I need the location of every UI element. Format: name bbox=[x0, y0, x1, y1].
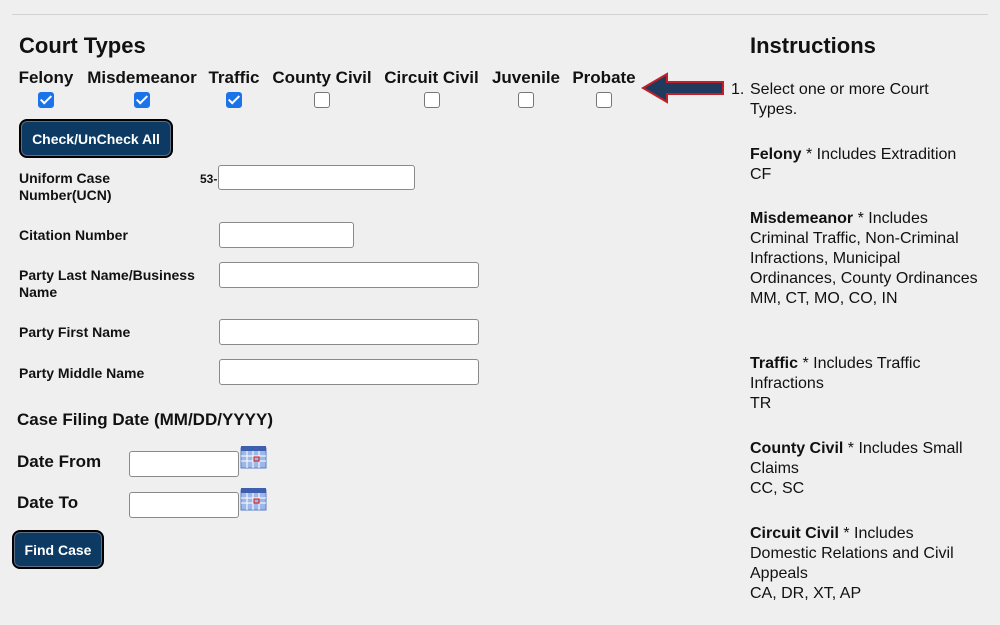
court-type-label: County Civil bbox=[272, 68, 372, 87]
entry-name: Circuit Civil bbox=[750, 525, 839, 542]
entry-desc: * Includes Extradition bbox=[801, 146, 957, 163]
entry-name: Misdemeanor bbox=[750, 210, 854, 227]
instructions-heading: Instructions bbox=[750, 33, 876, 58]
court-type-misdemeanor: Misdemeanor bbox=[85, 68, 199, 113]
calendar-icon[interactable] bbox=[240, 445, 267, 469]
party-first-name-label: Party First Name bbox=[19, 324, 131, 340]
court-types-heading: Court Types bbox=[19, 33, 146, 58]
ucn-input[interactable] bbox=[218, 165, 415, 190]
court-type-label: Juvenile bbox=[491, 68, 561, 87]
check-uncheck-all-button[interactable]: Check/UnCheck All bbox=[19, 119, 173, 158]
date-from-input[interactable] bbox=[129, 451, 239, 477]
instruction-entry-felony: Felony * Includes Extradition CF bbox=[750, 145, 990, 185]
instruction-entry-traffic: Traffic * Includes Traffic Infractions T… bbox=[750, 354, 950, 414]
entry-codes: CF bbox=[750, 166, 772, 183]
county-civil-checkbox[interactable] bbox=[314, 92, 330, 108]
court-type-label: Probate bbox=[572, 68, 636, 87]
party-first-name-input[interactable] bbox=[219, 319, 479, 345]
citation-number-label: Citation Number bbox=[19, 227, 128, 243]
court-type-label: Circuit Civil bbox=[384, 68, 479, 87]
citation-number-input[interactable] bbox=[219, 222, 354, 248]
entry-name: Traffic bbox=[750, 355, 799, 372]
court-type-label: Traffic bbox=[208, 68, 260, 87]
ucn-prefix: 53- bbox=[200, 172, 218, 186]
probate-checkbox[interactable] bbox=[596, 92, 612, 108]
court-type-probate: Probate bbox=[571, 68, 637, 113]
step-text: Select one or more Court Types. bbox=[750, 81, 929, 118]
date-to-input[interactable] bbox=[129, 492, 239, 518]
step-number: 1. bbox=[731, 81, 745, 98]
party-last-name-input[interactable] bbox=[219, 262, 479, 288]
case-filing-date-heading: Case Filing Date (MM/DD/YYYY) bbox=[17, 410, 273, 429]
entry-codes: MM, CT, MO, CO, IN bbox=[750, 290, 898, 307]
misdemeanor-checkbox[interactable] bbox=[134, 92, 150, 108]
calendar-icon[interactable] bbox=[240, 487, 267, 511]
instruction-entry-county-civil: County Civil * Includes Small Claims CC,… bbox=[750, 439, 990, 499]
entry-codes: TR bbox=[750, 395, 772, 412]
entry-codes: CA, DR, XT, AP bbox=[750, 585, 862, 602]
juvenile-checkbox[interactable] bbox=[518, 92, 534, 108]
party-last-name-label: Party Last Name/Business Name bbox=[19, 267, 195, 300]
court-type-county-civil: County Civil bbox=[271, 68, 373, 113]
court-type-label: Felony bbox=[18, 68, 74, 87]
date-to-label: Date To bbox=[17, 493, 79, 512]
top-divider bbox=[12, 14, 988, 15]
instruction-entry-misdemeanor: Misdemeanor * Includes Criminal Traffic,… bbox=[750, 209, 985, 309]
instruction-entry-circuit-civil: Circuit Civil * Includes Domestic Relati… bbox=[750, 524, 980, 604]
court-type-juvenile: Juvenile bbox=[490, 68, 562, 113]
court-type-traffic: Traffic bbox=[208, 68, 260, 113]
court-type-label: Misdemeanor bbox=[87, 68, 197, 87]
court-type-circuit-civil: Circuit Civil bbox=[383, 68, 480, 113]
party-middle-name-label: Party Middle Name bbox=[19, 365, 145, 381]
entry-codes: CC, SC bbox=[750, 480, 805, 497]
party-middle-name-input[interactable] bbox=[219, 359, 479, 385]
arrow-left-icon bbox=[641, 72, 724, 104]
entry-name: Felony bbox=[750, 146, 802, 163]
entry-name: County Civil bbox=[750, 440, 844, 457]
circuit-civil-checkbox[interactable] bbox=[423, 92, 440, 108]
ucn-label: Uniform Case Number(UCN) bbox=[19, 170, 112, 203]
find-case-button[interactable]: Find Case bbox=[12, 530, 104, 569]
felony-checkbox[interactable] bbox=[38, 92, 54, 108]
date-from-label: Date From bbox=[17, 452, 102, 471]
traffic-checkbox[interactable] bbox=[226, 92, 242, 108]
court-type-felony: Felony bbox=[18, 68, 74, 113]
